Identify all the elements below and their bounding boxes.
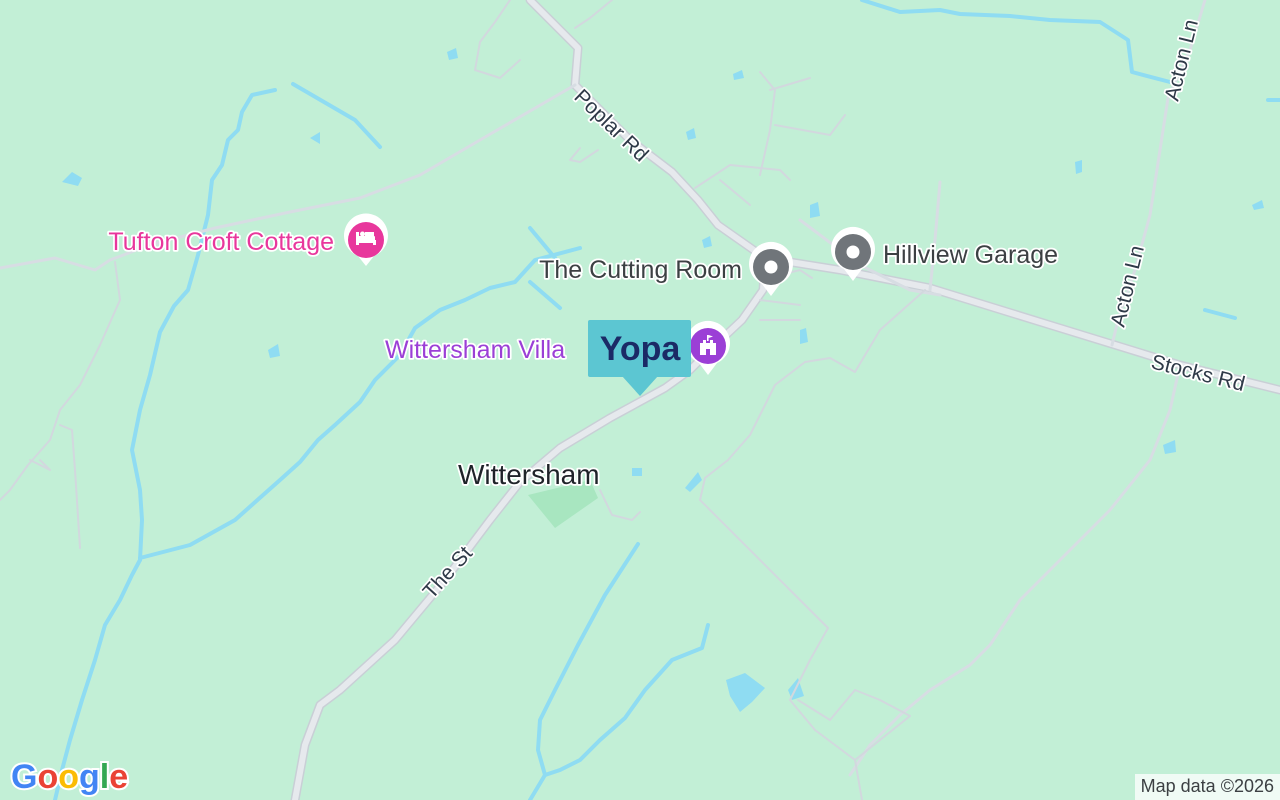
map-canvas[interactable]: Poplar Rd Stocks Rd The St Acton Ln Acto… xyxy=(0,0,1280,800)
road-label-acton-ln-north: Acton Ln xyxy=(1161,17,1203,103)
poi-label-tufton-croft-cottage: Tufton Croft Cottage xyxy=(108,228,334,256)
yopa-logo: Yopa xyxy=(600,330,682,368)
roads xyxy=(0,0,1280,800)
road-label-stocks-rd: Stocks Rd xyxy=(1149,351,1247,396)
google-letter-o1: o xyxy=(37,758,58,796)
bed-icon xyxy=(344,213,388,266)
road-label-acton-ln-south: Acton Ln xyxy=(1107,243,1149,329)
map-attribution[interactable]: Map data ©2026 xyxy=(1134,774,1280,800)
road-label-the-st: The St xyxy=(419,542,478,603)
google-letter-g: G xyxy=(11,758,37,796)
google-logo-text: Google xyxy=(11,758,128,796)
google-letter-o2: o xyxy=(58,758,79,796)
google-letter-g2: g xyxy=(79,758,100,796)
ponds xyxy=(62,48,1264,712)
poi-label-the-cutting-room: The Cutting Room xyxy=(539,256,742,284)
poi-label-wittersham-villa: Wittersham Villa xyxy=(385,336,565,364)
pin-icon xyxy=(749,241,793,296)
google-letter-e: e xyxy=(109,758,128,796)
road-label-poplar-rd: Poplar Rd xyxy=(570,85,653,166)
poi-label-hillview-garage: Hillview Garage xyxy=(883,241,1058,269)
google-logo[interactable]: Google xyxy=(9,756,130,798)
google-letter-l: l xyxy=(100,758,109,796)
place-label-wittersham: Wittersham xyxy=(458,459,600,490)
water-features xyxy=(53,0,1280,800)
